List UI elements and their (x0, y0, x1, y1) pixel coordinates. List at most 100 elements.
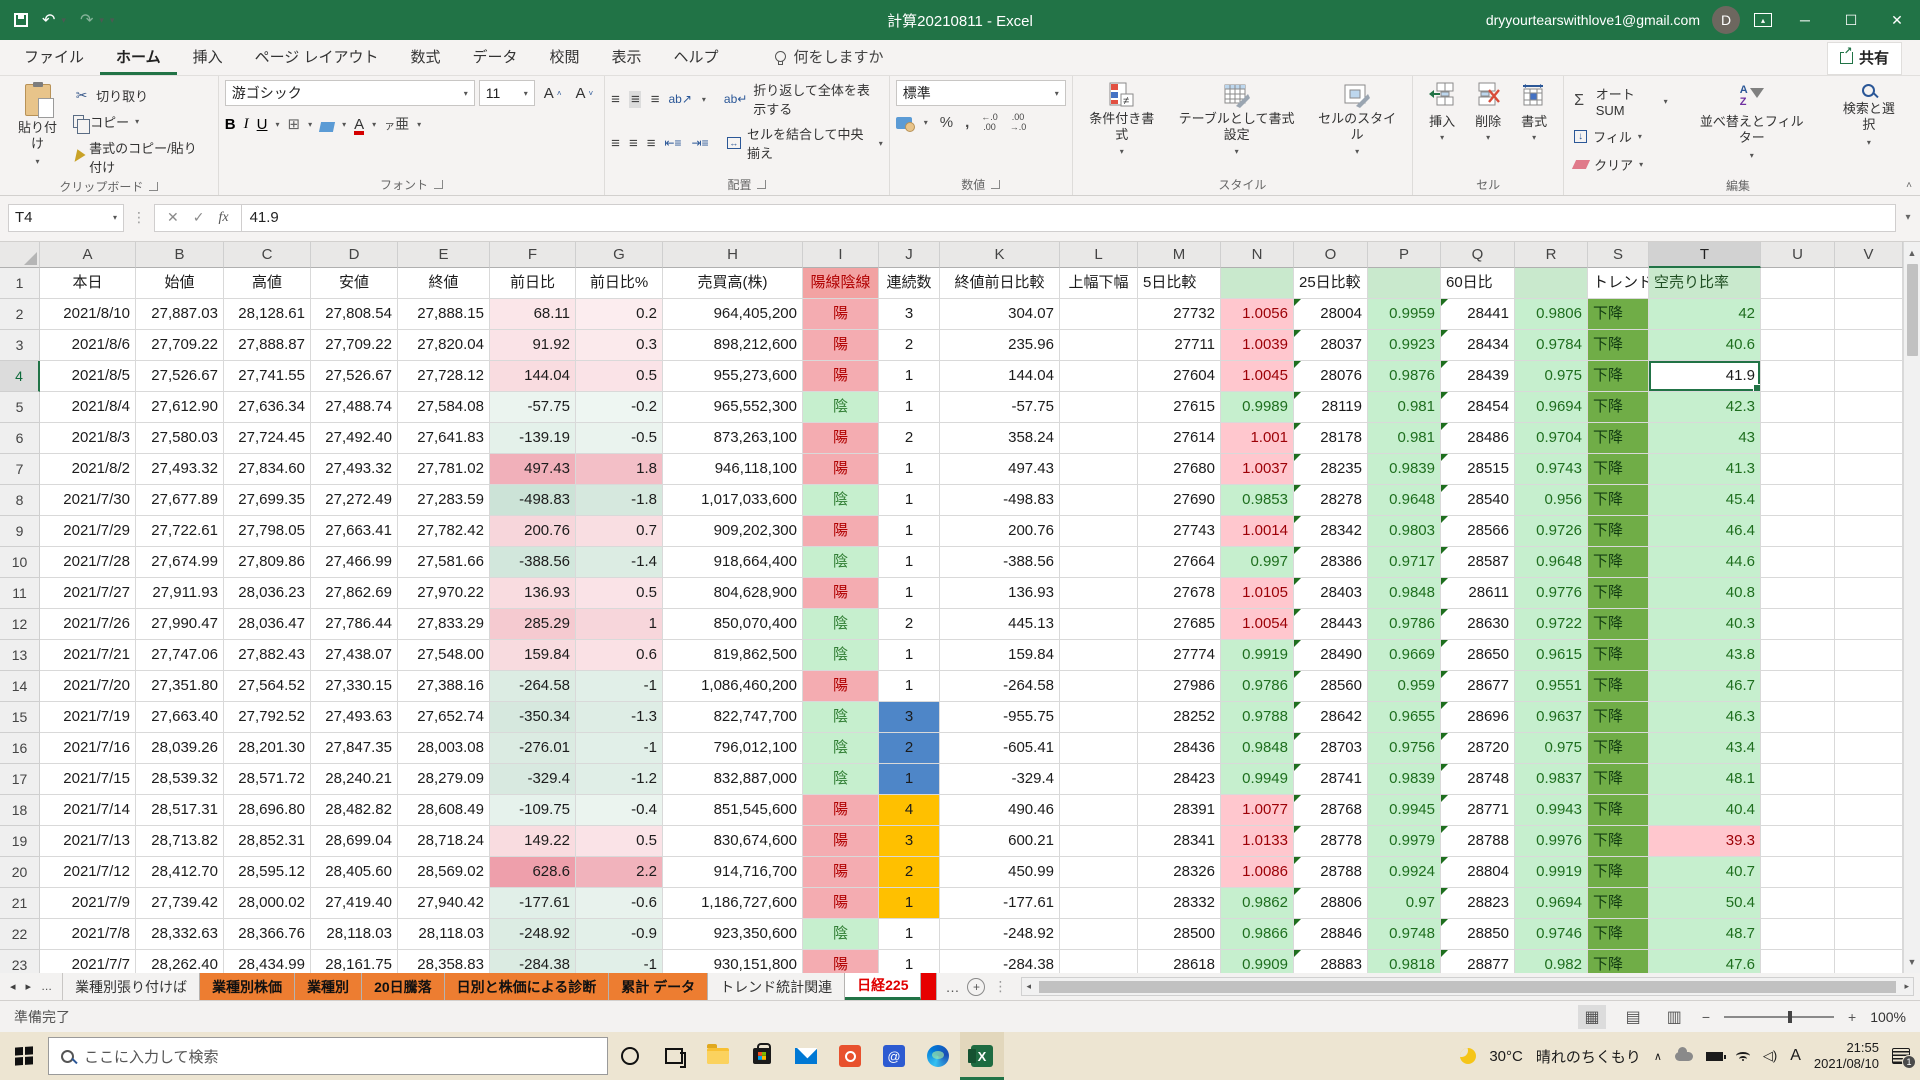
cell[interactable]: 前日比 (490, 268, 576, 299)
cell[interactable]: 27,488.74 (311, 392, 398, 423)
cell[interactable]: 27,699.35 (224, 485, 311, 516)
cell[interactable] (1835, 454, 1903, 485)
cell[interactable]: 27,809.86 (224, 547, 311, 578)
cell[interactable]: 下降 (1588, 485, 1649, 516)
cell[interactable]: 27,674.99 (136, 547, 224, 578)
cell[interactable]: 28500 (1138, 919, 1221, 950)
cell[interactable]: 27,728.12 (398, 361, 490, 392)
onedrive-icon[interactable] (1675, 1052, 1693, 1061)
store-button[interactable] (740, 1032, 784, 1080)
decrease-indent-icon[interactable]: ⇤≡ (664, 136, 681, 150)
cell[interactable]: 0.9637 (1515, 702, 1588, 733)
weather-temp[interactable]: 30°C (1489, 1048, 1523, 1065)
cell[interactable] (1835, 733, 1903, 764)
cell[interactable] (1761, 795, 1835, 826)
orientation-dropdown-icon[interactable]: ▾ (702, 95, 706, 104)
cell[interactable]: 0.9862 (1221, 888, 1294, 919)
cell[interactable]: 下降 (1588, 795, 1649, 826)
column-header-M[interactable]: M (1138, 242, 1221, 268)
cell[interactable] (1761, 640, 1835, 671)
cell[interactable]: 27,724.45 (224, 423, 311, 454)
cell[interactable]: 136.93 (940, 578, 1060, 609)
column-header-O[interactable]: O (1294, 242, 1368, 268)
cell[interactable]: 0.9919 (1221, 640, 1294, 671)
cell[interactable]: 0.5 (576, 826, 663, 857)
cell[interactable]: -264.58 (490, 671, 576, 702)
cell[interactable]: 2021/7/20 (40, 671, 136, 702)
cell[interactable] (1835, 299, 1903, 330)
cell[interactable]: -1.4 (576, 547, 663, 578)
cell[interactable]: 2021/7/15 (40, 764, 136, 795)
row-header[interactable]: 2 (0, 299, 40, 330)
cell[interactable]: 陽 (803, 888, 879, 919)
sheet-nav-right-icon[interactable]: ▸ (26, 980, 32, 993)
cell[interactable]: 68.11 (490, 299, 576, 330)
cell[interactable]: 149.22 (490, 826, 576, 857)
cell[interactable]: 2 (879, 423, 940, 454)
font-dialog-launcher[interactable] (434, 180, 443, 189)
cell[interactable]: 下降 (1588, 826, 1649, 857)
menu-tab[interactable]: ファイル (8, 39, 100, 75)
cell[interactable] (1835, 919, 1903, 950)
row-header[interactable]: 8 (0, 485, 40, 516)
cell[interactable]: 27,584.08 (398, 392, 490, 423)
cell[interactable]: 0.9839 (1368, 764, 1441, 795)
column-header-L[interactable]: L (1060, 242, 1138, 268)
cell[interactable]: 0.9989 (1221, 392, 1294, 423)
cell[interactable]: 28741 (1294, 764, 1368, 795)
cell[interactable]: 159.84 (940, 640, 1060, 671)
cell[interactable]: 1.001 (1221, 423, 1294, 454)
cell[interactable] (1835, 671, 1903, 702)
cell[interactable]: -264.58 (940, 671, 1060, 702)
cell[interactable]: 28,332.63 (136, 919, 224, 950)
weather-text[interactable]: 晴れのちくもり (1536, 1046, 1641, 1067)
sheet-nav-left-icon[interactable]: ◂ (10, 980, 16, 993)
cell[interactable] (1060, 826, 1138, 857)
cell[interactable]: 0.9669 (1368, 640, 1441, 671)
cell[interactable]: 28436 (1138, 733, 1221, 764)
menu-tab[interactable]: 校閲 (534, 39, 596, 75)
cell[interactable]: 0.981 (1368, 392, 1441, 423)
excel-taskbar-button[interactable]: X (960, 1032, 1004, 1080)
cell[interactable]: 2021/7/8 (40, 919, 136, 950)
cell[interactable]: 497.43 (940, 454, 1060, 485)
accounting-dropdown-icon[interactable]: ▾ (924, 118, 928, 127)
scroll-down-icon[interactable]: ▼ (1908, 951, 1917, 973)
cell[interactable]: 安値 (311, 268, 398, 299)
cell[interactable]: 0.9655 (1368, 702, 1441, 733)
cell[interactable]: 下降 (1588, 454, 1649, 485)
cell[interactable]: 0.9717 (1368, 547, 1441, 578)
cell[interactable]: 2021/8/10 (40, 299, 136, 330)
cell[interactable]: 28823 (1441, 888, 1515, 919)
cell[interactable] (1761, 702, 1835, 733)
cell[interactable]: 28,358.83 (398, 950, 490, 973)
row-header[interactable]: 16 (0, 733, 40, 764)
cell[interactable]: 1.0105 (1221, 578, 1294, 609)
cell[interactable]: -1 (576, 671, 663, 702)
cell[interactable] (1835, 609, 1903, 640)
column-header-S[interactable]: S (1588, 242, 1649, 268)
enter-formula-icon[interactable]: ✓ (193, 209, 205, 226)
close-button[interactable]: ✕ (1874, 0, 1920, 40)
clipboard-dialog-launcher[interactable] (149, 182, 158, 191)
cell[interactable]: 27,709.22 (311, 330, 398, 361)
cell[interactable]: 陰 (803, 547, 879, 578)
cell[interactable] (1835, 485, 1903, 516)
cell[interactable] (1060, 640, 1138, 671)
cell[interactable]: 28540 (1441, 485, 1515, 516)
align-center-icon[interactable]: ≡ (629, 135, 637, 152)
format-painter-button[interactable]: 書式のコピー/貼り付け (69, 136, 212, 178)
cell[interactable]: 27685 (1138, 609, 1221, 640)
cell[interactable]: 28076 (1294, 361, 1368, 392)
zoom-out-icon[interactable]: − (1702, 1009, 1710, 1025)
mail-button[interactable] (784, 1032, 828, 1080)
taskbar-clock[interactable]: 21:55 2021/08/10 (1814, 1040, 1879, 1073)
cell[interactable] (1060, 888, 1138, 919)
underline-button[interactable]: U (257, 116, 268, 133)
cell[interactable]: -0.2 (576, 392, 663, 423)
column-header-G[interactable]: G (576, 242, 663, 268)
cell[interactable]: 28,118.03 (311, 919, 398, 950)
insert-function-icon[interactable]: fx (218, 210, 228, 226)
cell[interactable]: 陰 (803, 640, 879, 671)
scroll-up-icon[interactable]: ▲ (1908, 242, 1917, 260)
